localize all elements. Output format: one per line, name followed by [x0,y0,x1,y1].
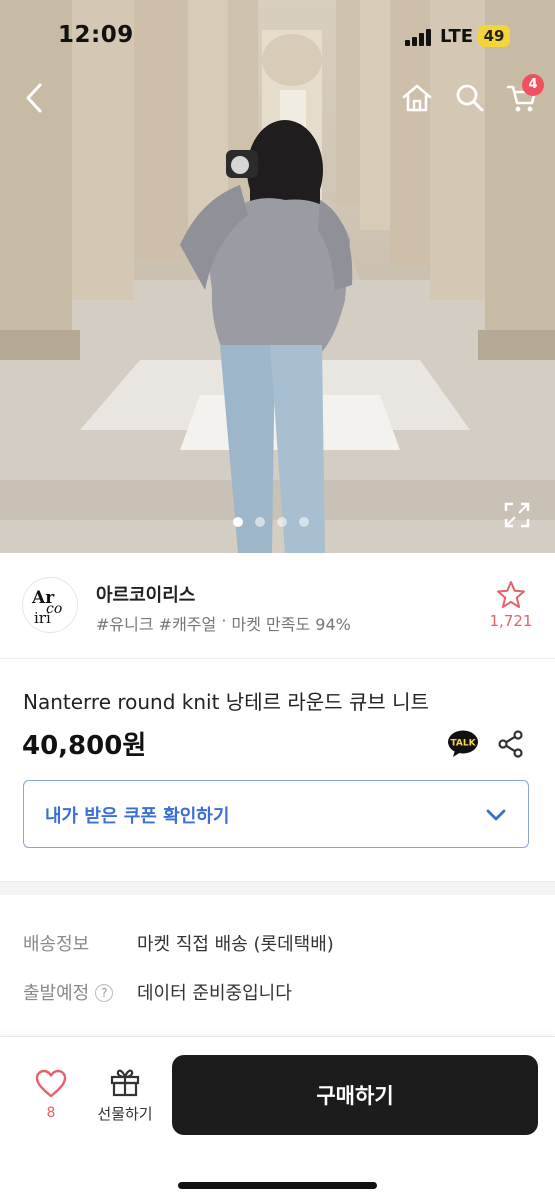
status-time: 12:09 [58,22,134,48]
heart-icon [35,1069,67,1098]
seller-tags: #유니크 #캐주얼 · 마켓 만족도 94% [96,611,351,635]
chevron-down-icon [486,809,506,821]
talk-label: TALK [450,739,476,749]
market-satisfaction: 마켓 만족도 94% [231,615,351,634]
gallery-dot[interactable] [233,517,243,527]
departure-label-group: 출발예정? [23,979,114,1005]
departure-label: 출발예정 [23,983,90,1004]
status-bar: 12:09 LTE 49 [0,0,555,72]
departure-value: 데이터 준비중입니다 [137,983,292,1004]
shipping-info-row: 배송정보 마켓 직접 배송 (롯데택배) [23,930,543,960]
gallery-dot[interactable] [277,517,287,527]
share-icon[interactable] [496,729,526,759]
cart-count-badge: 4 [522,74,544,96]
product-title: Nanterre round knit 낭테르 라운드 큐브 니트 [23,690,429,714]
product-price: 40,800원 [22,731,147,761]
buy-button[interactable]: 구매하기 [172,1055,538,1135]
gift-label: 선물하기 [97,1105,153,1123]
section-divider [0,881,555,895]
like-button[interactable]: 8 [28,1069,74,1125]
search-icon [456,84,484,112]
battery-indicator: 49 [478,25,510,47]
seller-logo[interactable]: Ar co iri [22,577,78,633]
seller-section: Ar co iri 아르코이리스 #유니크 #캐주얼 · 마켓 만족도 94% … [0,553,555,659]
home-icon [402,84,432,112]
coupon-check-button[interactable]: 내가 받은 쿠폰 확인하기 [23,780,529,848]
gift-icon [110,1069,140,1097]
seller-name[interactable]: 아르코이리스 [96,581,195,607]
like-count: 8 [46,1105,56,1121]
seller-tag[interactable]: #캐주얼 [154,611,217,635]
gallery-dot[interactable] [299,517,309,527]
product-image-gallery[interactable]: 12:09 LTE 49 4 [0,0,555,553]
seller-tag[interactable]: #유니크 [96,611,154,635]
shipping-label: 배송정보 [23,934,90,955]
shipping-value: 마켓 직접 배송 (롯데택배) [137,934,334,955]
network-label: LTE [440,26,474,47]
expand-icon[interactable] [502,500,532,530]
chevron-left-icon [26,83,42,113]
help-icon[interactable]: ? [95,984,114,1002]
gift-button[interactable]: 선물하기 [92,1067,158,1127]
home-indicator [178,1182,377,1189]
search-button[interactable] [450,76,490,120]
tag-separator: · [216,611,232,630]
gallery-pagination [233,517,309,527]
svg-text:iri: iri [34,609,51,627]
coupon-label: 내가 받은 쿠폰 확인하기 [45,806,230,827]
gallery-dot[interactable] [255,517,265,527]
signal-icon [405,29,431,46]
seller-logo-mark: Ar co iri [31,588,62,627]
favorite-count: 1,721 [489,612,533,630]
home-button[interactable] [397,76,437,120]
kakao-talk-icon[interactable]: TALK [447,730,479,758]
back-button[interactable] [14,76,54,120]
bottom-action-bar: 8 선물하기 구매하기 [0,1036,555,1200]
departure-info-row: 출발예정? 데이터 준비중입니다 [23,979,543,1009]
star-icon[interactable] [496,580,526,610]
